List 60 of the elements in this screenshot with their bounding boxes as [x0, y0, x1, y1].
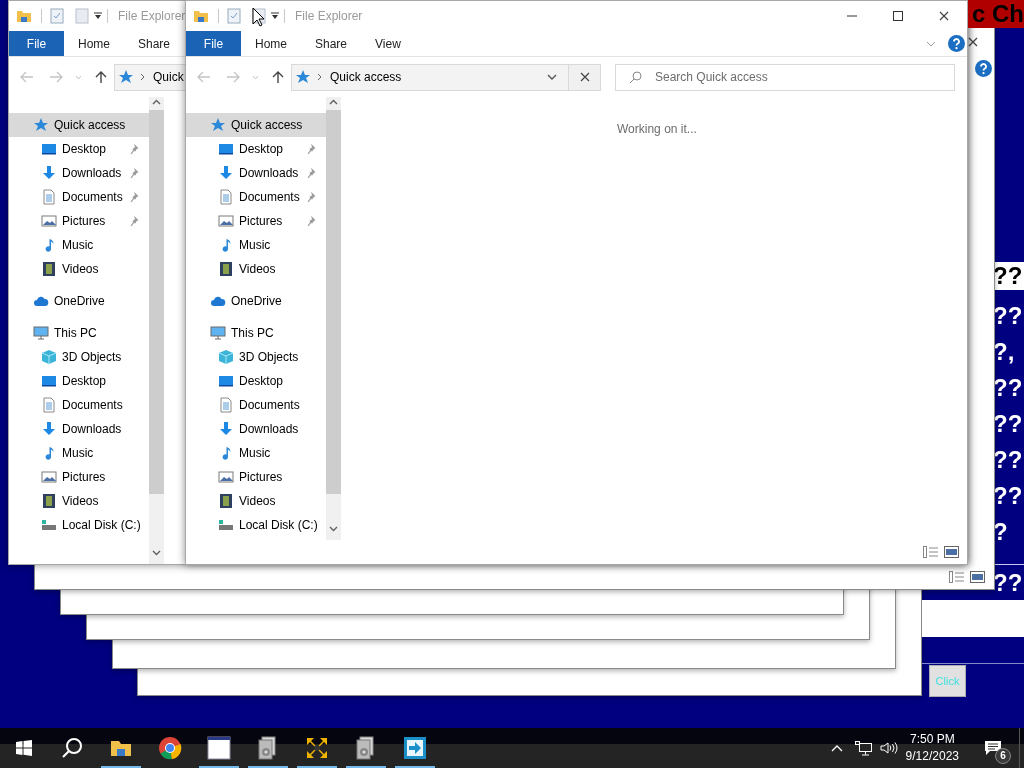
- nav-item[interactable]: Videos: [9, 257, 149, 281]
- nav-item[interactable]: Local Disk (C:): [186, 513, 326, 537]
- nav-item[interactable]: Pictures: [9, 465, 149, 489]
- nav-item[interactable]: Documents: [9, 393, 149, 417]
- nav-item[interactable]: Pictures: [186, 465, 326, 489]
- address-bar[interactable]: Quick: [114, 63, 186, 91]
- nav-item[interactable]: Documents: [186, 393, 326, 417]
- question-marks: ?: [993, 517, 1009, 547]
- nav-item[interactable]: Music: [9, 233, 149, 257]
- nav-item[interactable]: Desktop: [9, 369, 149, 393]
- nav-item[interactable]: Downloads: [186, 417, 326, 441]
- question-marks: ?,: [993, 337, 1016, 367]
- nav-item[interactable]: Pictures: [9, 209, 149, 233]
- notification-count: 6: [995, 748, 1011, 764]
- nav-item[interactable]: Desktop: [186, 369, 326, 393]
- file-tab[interactable]: File: [9, 31, 64, 56]
- ribbon-tab[interactable]: Share: [124, 31, 185, 56]
- question-marks: ??: [993, 409, 1024, 439]
- nav-item[interactable]: Music: [9, 441, 149, 465]
- file-tab[interactable]: File: [186, 31, 241, 56]
- nav-item[interactable]: 3D Objects: [186, 345, 326, 369]
- nav-item[interactable]: Downloads: [9, 417, 149, 441]
- nav-item[interactable]: Quick access: [186, 113, 326, 137]
- nav-item[interactable]: 3D Objects: [9, 345, 149, 369]
- question-marks: ??: [993, 262, 1024, 290]
- nav-item[interactable]: Videos: [9, 489, 149, 513]
- nav-item[interactable]: This PC: [186, 321, 326, 345]
- window-title: File Explorer: [118, 8, 186, 25]
- window-title: File Explorer: [295, 8, 363, 25]
- question-marks: ??: [993, 481, 1024, 511]
- nav-item[interactable]: Desktop: [9, 137, 149, 161]
- ribbon-tab[interactable]: View: [361, 31, 415, 56]
- nav-item[interactable]: Music: [186, 233, 326, 257]
- nav-item[interactable]: Documents: [186, 185, 326, 209]
- nav-item[interactable]: Downloads: [186, 161, 326, 185]
- question-marks: ??: [993, 373, 1024, 403]
- address-text: Quick access: [330, 69, 402, 86]
- nav-item[interactable]: Quick access: [9, 113, 149, 137]
- nav-item[interactable]: This PC: [9, 321, 149, 345]
- nav-item[interactable]: Pictures: [186, 209, 326, 233]
- nav-item[interactable]: Videos: [186, 489, 326, 513]
- nav-item[interactable]: OneDrive: [186, 289, 326, 313]
- nav-item[interactable]: Documents: [9, 185, 149, 209]
- search-field[interactable]: Search Quick access: [615, 63, 955, 91]
- nav-item[interactable]: Local Disk (C:): [9, 513, 149, 537]
- nav-item[interactable]: Desktop: [186, 137, 326, 161]
- banner-text: c Ch: [968, 0, 1024, 28]
- ribbon-tab[interactable]: Share: [301, 31, 362, 56]
- nav-item[interactable]: OneDrive: [9, 289, 149, 313]
- loading-text: Working on it...: [616, 121, 698, 138]
- nav-item[interactable]: Music: [186, 441, 326, 465]
- nav-item[interactable]: Downloads: [9, 161, 149, 185]
- question-marks: ??: [993, 301, 1024, 331]
- address-text: Quick: [153, 69, 184, 86]
- address-bar[interactable]: Quick access: [291, 63, 601, 91]
- ribbon-tab[interactable]: Home: [241, 31, 301, 56]
- question-marks: ??: [993, 445, 1024, 475]
- ribbon-tab[interactable]: Home: [64, 31, 124, 56]
- nav-item[interactable]: Videos: [186, 257, 326, 281]
- clock-button[interactable]: 7:50 PM 9/12/2023: [899, 731, 965, 765]
